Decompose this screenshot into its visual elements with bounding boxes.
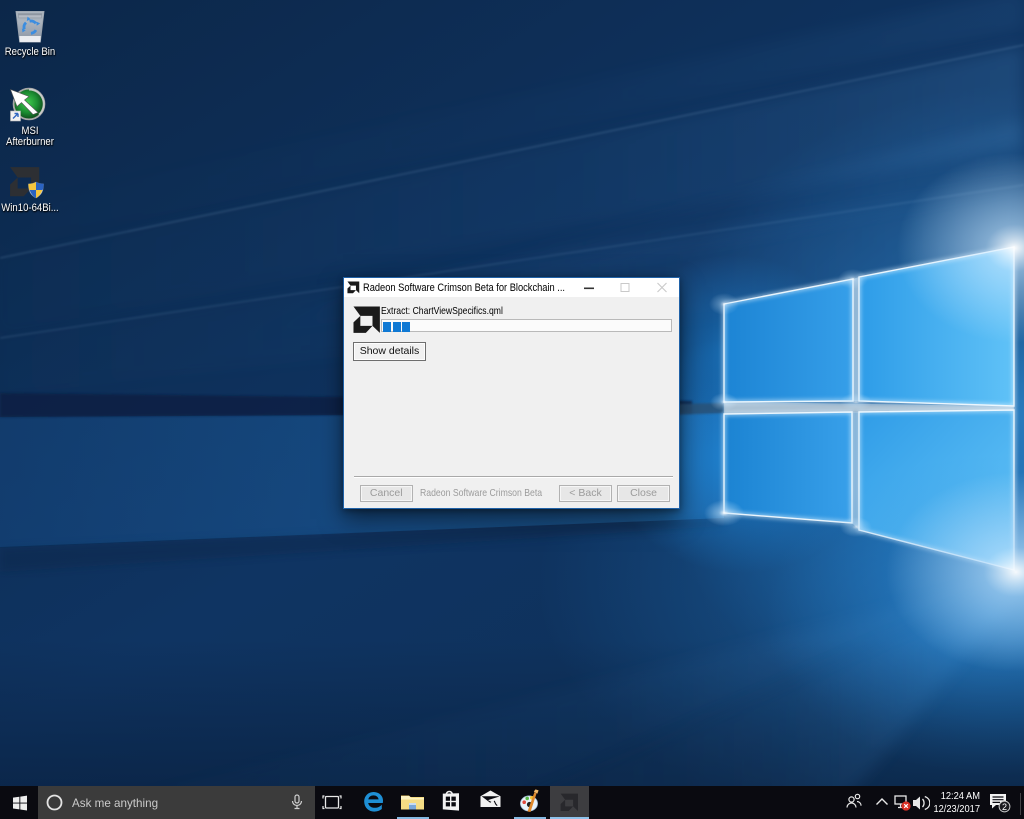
svg-text:2: 2 — [1002, 802, 1007, 812]
